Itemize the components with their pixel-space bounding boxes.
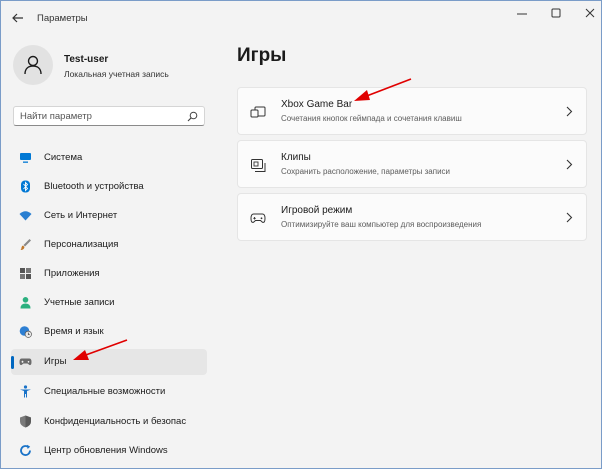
app-title: Параметры xyxy=(37,13,88,24)
search-placeholder: Найти параметр xyxy=(20,111,92,122)
apps-icon xyxy=(20,268,31,279)
minimize-button[interactable] xyxy=(507,5,537,23)
maximize-icon xyxy=(551,8,561,18)
person-icon xyxy=(20,297,31,309)
settings-window: Параметры Test-user Локальная учетная за… xyxy=(0,0,602,469)
globe-clock-icon xyxy=(19,326,32,338)
sidebar-item-label: Сеть и Интернет xyxy=(44,210,118,221)
sidebar-item-apps[interactable]: Приложения xyxy=(11,261,207,287)
user-name: Test-user xyxy=(64,54,109,65)
update-icon xyxy=(20,444,31,456)
wifi-icon xyxy=(19,211,32,221)
clips-icon xyxy=(251,159,266,172)
card-title: Игровой режим xyxy=(281,205,353,216)
card-title: Xbox Game Bar xyxy=(281,99,353,110)
minimize-icon xyxy=(517,13,527,15)
avatar[interactable] xyxy=(13,45,53,85)
back-arrow-icon xyxy=(12,13,23,23)
sidebar-item-label: Система xyxy=(44,152,83,163)
sidebar-item-accounts[interactable]: Учетные записи xyxy=(11,290,207,316)
title-bar: Параметры xyxy=(1,1,601,35)
sidebar-item-privacy[interactable]: Конфиденциальность и безопас xyxy=(11,409,207,435)
sidebar-item-time-language[interactable]: Время и язык xyxy=(11,319,207,345)
sidebar-item-windows-update[interactable]: Центр обновления Windows xyxy=(11,438,207,464)
card-subtitle: Сохранить расположение, параметры записи xyxy=(281,167,451,176)
sidebar-item-accessibility[interactable]: Специальные возможности xyxy=(11,379,207,405)
shield-icon xyxy=(20,415,31,428)
sidebar-item-label: Конфиденциальность и безопас xyxy=(44,416,187,427)
card-clips[interactable]: Клипы Сохранить расположение, параметры … xyxy=(237,140,587,188)
sidebar-item-bluetooth[interactable]: Bluetooth и устройства xyxy=(11,174,207,200)
sidebar-item-label: Персонализация xyxy=(44,239,119,250)
sidebar-item-personalization[interactable]: Персонализация xyxy=(11,232,207,258)
bluetooth-icon xyxy=(21,180,30,193)
chevron-right-icon xyxy=(566,212,573,223)
card-subtitle: Сочетания кнопок геймпада и сочетания кл… xyxy=(281,114,462,123)
sidebar-item-system[interactable]: Система xyxy=(11,145,207,171)
maximize-button[interactable] xyxy=(541,5,571,23)
gamepad-icon xyxy=(19,358,32,366)
sidebar-item-label: Bluetooth и устройства xyxy=(44,181,144,192)
card-title: Клипы xyxy=(281,152,311,163)
search-icon xyxy=(187,111,198,122)
page-title: Игры xyxy=(237,45,287,66)
back-button[interactable] xyxy=(9,9,27,27)
chevron-right-icon xyxy=(566,159,573,170)
user-icon xyxy=(24,55,42,75)
sidebar-item-label: Приложения xyxy=(44,268,100,279)
card-xbox-game-bar[interactable]: Xbox Game Bar Сочетания кнопок геймпада … xyxy=(237,87,587,135)
game-bar-icon xyxy=(250,106,266,118)
sidebar-item-label: Игры xyxy=(44,356,67,367)
accessibility-icon xyxy=(20,385,31,398)
sidebar-item-label: Учетные записи xyxy=(44,297,115,308)
close-icon xyxy=(585,8,595,18)
sidebar-item-label: Центр обновления Windows xyxy=(44,445,168,456)
active-indicator xyxy=(11,356,14,369)
sidebar-item-label: Специальные возможности xyxy=(44,386,166,397)
sidebar-item-network[interactable]: Сеть и Интернет xyxy=(11,203,207,229)
close-button[interactable] xyxy=(575,5,601,23)
chevron-right-icon xyxy=(566,106,573,117)
monitor-icon xyxy=(20,153,31,163)
sidebar-item-label: Время и язык xyxy=(44,326,104,337)
brush-icon xyxy=(20,239,31,250)
game-mode-icon xyxy=(250,213,266,223)
account-type: Локальная учетная запись xyxy=(64,69,169,79)
search-input[interactable]: Найти параметр xyxy=(13,106,205,126)
card-game-mode[interactable]: Игровой режим Оптимизируйте ваш компьюте… xyxy=(237,193,587,241)
sidebar-item-gaming[interactable]: Игры xyxy=(11,349,207,375)
card-subtitle: Оптимизируйте ваш компьютер для воспроиз… xyxy=(281,220,482,229)
